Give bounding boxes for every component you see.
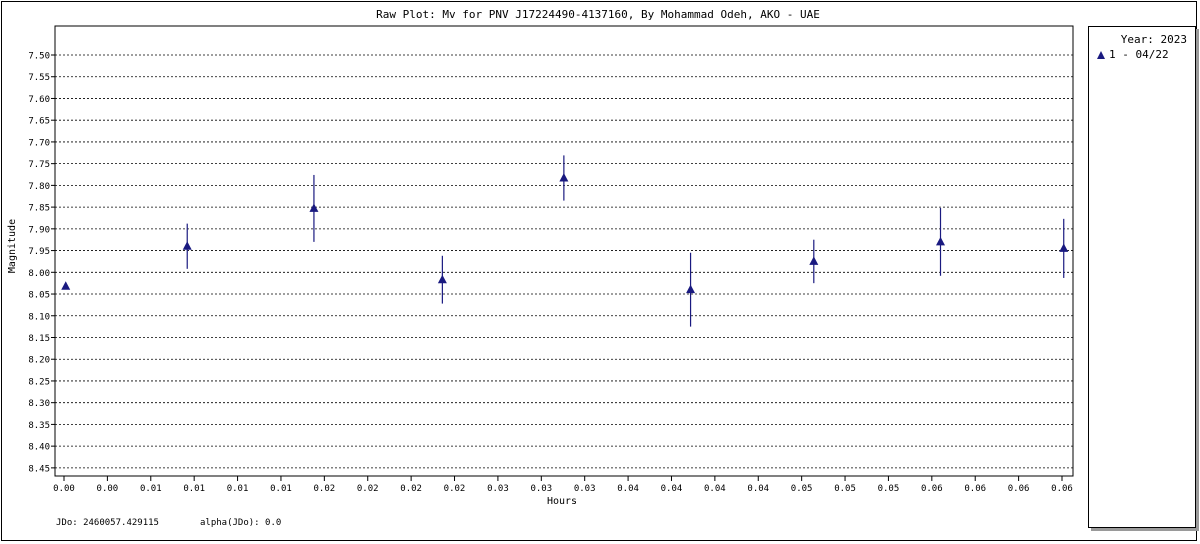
data-point (559, 172, 569, 182)
y-tick-label: 7.95 (28, 247, 50, 257)
x-axis: 0.00 0.00 0.01 0.01 0.01 0.01 0.02 0.02 0.02 0.02… (53, 476, 1073, 494)
legend-entry: 1 - 04/22 (1097, 48, 1169, 61)
data-point (182, 241, 192, 250)
x-tick-label: 0.01 (140, 484, 162, 494)
x-tick-label: 0.00 (97, 484, 119, 494)
data-point (936, 236, 946, 246)
x-tick-label: 0.04 (617, 484, 639, 494)
legend: Year: 2023 1 - 04/22 (1088, 26, 1196, 528)
x-tick-label: 0.02 (400, 484, 422, 494)
x-tick-label: 0.01 (227, 484, 249, 494)
triangle-marker-icon (1097, 50, 1105, 59)
x-tick-label: 0.06 (1051, 484, 1073, 494)
y-tick-label: 8.45 (28, 464, 50, 474)
y-tick-label: 8.10 (28, 312, 50, 322)
jdo-readout: JDo: 2460057.429115 (56, 518, 159, 528)
y-tick-label: 8.30 (28, 399, 50, 409)
data-point (61, 281, 71, 290)
x-tick-label: 0.05 (878, 484, 900, 494)
data-point (1059, 243, 1069, 252)
plot-area-border (54, 25, 1074, 477)
alpha-readout: alpha(JDo): 0.0 (200, 518, 282, 528)
y-tick-label: 8.35 (28, 421, 50, 431)
x-tick-label: 0.04 (747, 484, 769, 494)
y-tick-label: 7.50 (28, 52, 50, 62)
grid-layer (55, 54, 1073, 469)
y-tick-label: 8.00 (28, 269, 50, 279)
data-point (686, 284, 696, 294)
chart-canvas: Raw Plot: Mv for PNV J17224490-4137160, … (7, 8, 1074, 507)
x-axis-label: Hours (547, 496, 577, 507)
y-tick-label: 7.90 (28, 225, 50, 235)
y-tick-label: 7.80 (28, 182, 50, 192)
x-tick-label: 0.00 (53, 484, 75, 494)
legend-year: Year: 2023 (1120, 33, 1187, 46)
x-tick-label: 0.03 (487, 484, 509, 494)
y-tick-label: 8.25 (28, 377, 50, 387)
x-tick-label: 0.03 (530, 484, 552, 494)
chart-title: Raw Plot: Mv for PNV J17224490-4137160, … (376, 8, 820, 21)
y-tick-label: 7.65 (28, 117, 50, 127)
x-tick-label: 0.06 (921, 484, 943, 494)
x-tick-label: 0.04 (704, 484, 726, 494)
y-tick-label: 7.70 (28, 138, 50, 148)
x-tick-label: 0.01 (183, 484, 205, 494)
data-point (437, 274, 447, 284)
x-tick-label: 0.06 (1008, 484, 1030, 494)
y-tick-label: 8.15 (28, 334, 50, 344)
y-tick-label: 7.55 (28, 73, 50, 83)
x-tick-label: 0.02 (444, 484, 466, 494)
x-tick-label: 0.02 (314, 484, 336, 494)
data-point (809, 256, 819, 265)
x-tick-label: 0.04 (661, 484, 683, 494)
x-tick-label: 0.02 (357, 484, 379, 494)
y-tick-label: 8.20 (28, 356, 50, 366)
x-tick-label: 0.01 (270, 484, 292, 494)
y-tick-label: 7.75 (28, 160, 50, 170)
y-tick-label: 7.60 (28, 95, 50, 105)
x-tick-label: 0.06 (964, 484, 986, 494)
data-series (61, 155, 1069, 327)
x-tick-label: 0.05 (834, 484, 856, 494)
legend-entry-label: 1 - 04/22 (1109, 48, 1169, 61)
x-tick-label: 0.05 (791, 484, 813, 494)
y-tick-label: 8.05 (28, 291, 50, 301)
x-tick-label: 0.03 (574, 484, 596, 494)
y-tick-label: 7.85 (28, 204, 50, 214)
y-axis: 7.50 7.55 7.60 7.65 7.70 7.75 7.80 7.85 7.90 7.95… (28, 52, 55, 474)
y-tick-label: 8.40 (28, 443, 50, 453)
y-axis-label: Magnitude (7, 219, 18, 273)
data-point (309, 203, 319, 212)
